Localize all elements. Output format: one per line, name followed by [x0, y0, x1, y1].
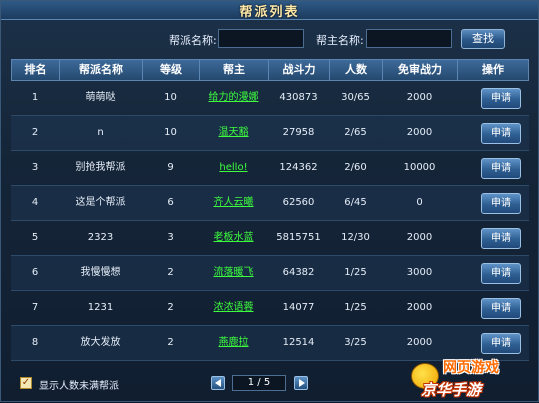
- header-power: 战斗力: [269, 60, 330, 80]
- cell-guild-name: 萌萌哒: [85, 92, 116, 103]
- header-leader: 帮主: [200, 60, 269, 80]
- cell-guild-name: 1231: [87, 302, 114, 313]
- cell-power: 64382: [282, 267, 315, 278]
- cell-members: 12/30: [341, 232, 370, 243]
- table-row: 3 别抢我帮派 9 hello! 124362 2/60 10000 申请: [11, 151, 529, 186]
- header-action: 操作: [482, 63, 504, 76]
- cell-guild-name: 别抢我帮派: [75, 162, 126, 173]
- cell-rank: 7: [31, 302, 39, 313]
- cell-rank: 2: [31, 127, 39, 138]
- table-row: 2 n 10 温天豁 27958 2/65 2000 申请: [11, 116, 529, 151]
- cell-members: 1/25: [344, 267, 367, 278]
- apply-button[interactable]: 申请: [481, 228, 521, 249]
- apply-button[interactable]: 申请: [481, 88, 521, 109]
- header-guild-name: 帮派名称: [60, 60, 143, 80]
- cell-free-power: 10000: [403, 162, 436, 173]
- window-title: 帮派列表: [239, 5, 300, 20]
- cell-members: 2/65: [344, 127, 367, 138]
- cell-level: 10: [164, 127, 177, 138]
- cell-level: 2: [167, 267, 174, 278]
- cell-power: 430873: [279, 92, 318, 103]
- search-bar: 帮派名称: 帮主名称: 查找: [1, 28, 538, 52]
- header-rank: 排名: [12, 60, 60, 80]
- cell-rank: 6: [31, 267, 39, 278]
- leader-name-input[interactable]: [366, 29, 452, 48]
- cell-level: 9: [167, 162, 174, 173]
- cell-rank: 3: [31, 162, 39, 173]
- page-indicator: 1 / 5: [232, 375, 286, 391]
- cell-members: 3/25: [344, 337, 367, 348]
- guild-list-window: 帮派列表 帮派名称: 帮主名称: 查找 排名 帮派名称 等级 帮主 战斗力 人数…: [0, 0, 539, 402]
- cell-leader[interactable]: 给力的漫娜: [199, 81, 268, 115]
- header-free-power: 免审战力: [383, 60, 458, 80]
- watermark-logo: 网页游戏 京华手游: [401, 341, 539, 403]
- cell-free-power: 2000: [406, 127, 433, 138]
- cell-leader[interactable]: 老板水蓝: [199, 221, 268, 255]
- arrow-right-icon: [299, 379, 305, 387]
- cell-leader[interactable]: 温天豁: [199, 116, 268, 150]
- cell-level: 2: [167, 337, 174, 348]
- cell-leader[interactable]: hello!: [199, 151, 268, 185]
- table-row: 1 萌萌哒 10 给力的漫娜 430873 30/65 2000 申请: [11, 81, 529, 116]
- cell-level: 6: [167, 197, 174, 208]
- cell-level: 2: [167, 302, 174, 313]
- cell-leader[interactable]: 流落暖飞: [199, 256, 268, 290]
- cell-guild-name: 我慢慢想: [80, 267, 121, 278]
- table-row: 7 1231 2 浓浓语蓉 14077 1/25 2000 申请: [11, 291, 529, 326]
- cell-leader[interactable]: 浓浓语蓉: [199, 291, 268, 325]
- checkmark-icon: ✓: [21, 377, 31, 388]
- guild-name-label: 帮派名称:: [169, 34, 217, 47]
- cell-level: 10: [164, 92, 177, 103]
- apply-button[interactable]: 申请: [481, 298, 521, 319]
- prev-page-button[interactable]: [211, 376, 225, 390]
- search-button[interactable]: 查找: [461, 29, 505, 49]
- cell-rank: 5: [31, 232, 39, 243]
- show-not-full-label: 显示人数未满帮派: [39, 381, 119, 392]
- header-level: 等级: [143, 60, 200, 80]
- table-row: 6 我慢慢想 2 流落暖飞 64382 1/25 3000 申请: [11, 256, 529, 291]
- watermark-line2: 京华手游: [421, 381, 482, 399]
- cell-members: 6/45: [344, 197, 367, 208]
- table-row: 4 这是个帮派 6 齐人云曦 62560 6/45 0 申请: [11, 186, 529, 221]
- cell-free-power: 2000: [406, 232, 433, 243]
- watermark-line1: 网页游戏: [443, 360, 499, 376]
- cell-free-power: 2000: [406, 302, 433, 313]
- cell-power: 124362: [279, 162, 318, 173]
- cell-leader[interactable]: 燕鹿拉: [199, 326, 268, 360]
- cell-members: 1/25: [344, 302, 367, 313]
- apply-button[interactable]: 申请: [481, 158, 521, 179]
- cell-guild-name: 放大发放: [80, 337, 121, 348]
- cell-power: 27958: [282, 127, 315, 138]
- cell-power: 62560: [282, 197, 315, 208]
- arrow-left-icon: [215, 379, 221, 387]
- cell-rank: 1: [31, 92, 39, 103]
- leader-name-label: 帮主名称:: [316, 34, 364, 47]
- apply-button[interactable]: 申请: [481, 123, 521, 144]
- cell-power: 14077: [282, 302, 315, 313]
- cell-power: 5815751: [276, 232, 321, 243]
- cell-members: 2/60: [344, 162, 367, 173]
- next-page-button[interactable]: [294, 376, 308, 390]
- header-members: 人数: [330, 60, 383, 80]
- guild-name-input[interactable]: [218, 29, 304, 48]
- cell-guild-name: 2323: [87, 232, 114, 243]
- cell-rank: 8: [31, 337, 39, 348]
- apply-button[interactable]: 申请: [481, 193, 521, 214]
- show-not-full-checkbox[interactable]: ✓: [20, 377, 32, 389]
- apply-button[interactable]: 申请: [481, 263, 521, 284]
- cell-free-power: 0: [416, 197, 423, 208]
- cell-free-power: 3000: [406, 267, 433, 278]
- cell-level: 3: [167, 232, 174, 243]
- cell-leader[interactable]: 齐人云曦: [199, 186, 268, 220]
- cell-rank: 4: [31, 197, 39, 208]
- title-bar: 帮派列表: [1, 1, 538, 20]
- table-header: 排名 帮派名称 等级 帮主 战斗力 人数 免审战力 操作: [11, 59, 529, 81]
- cell-free-power: 2000: [406, 92, 433, 103]
- cell-members: 30/65: [341, 92, 370, 103]
- cell-guild-name: 这是个帮派: [75, 197, 126, 208]
- cell-power: 12514: [282, 337, 315, 348]
- cell-guild-name: n: [97, 127, 104, 138]
- table-row: 5 2323 3 老板水蓝 5815751 12/30 2000 申请: [11, 221, 529, 256]
